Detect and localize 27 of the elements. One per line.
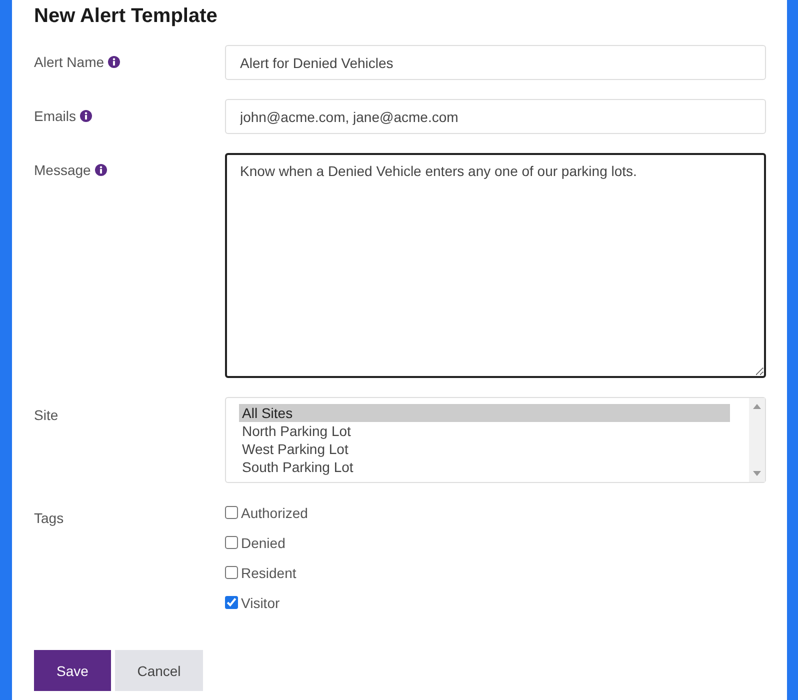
checkbox-label: Authorized: [241, 504, 308, 520]
field-label: Message: [34, 162, 91, 178]
field-label: Emails: [34, 108, 76, 124]
message-field[interactable]: Know when a Denied Vehicle enters any one of our parking lots.: [225, 153, 766, 378]
checkbox[interactable]: [225, 566, 238, 579]
scroll-down-icon[interactable]: [753, 471, 761, 476]
checkbox[interactable]: [225, 536, 238, 549]
save-button[interactable]: Save: [34, 650, 111, 691]
checkbox-label: Resident: [241, 564, 296, 580]
scroll-up-icon[interactable]: [753, 404, 761, 409]
site-option[interactable]: South Parking Lot: [239, 458, 730, 476]
site-option[interactable]: West Parking Lot: [239, 440, 730, 458]
field-label: Alert Name: [34, 54, 104, 70]
checkbox-label: Visitor: [241, 594, 280, 610]
site-option[interactable]: North Parking Lot: [239, 422, 730, 440]
checkbox[interactable]: [225, 506, 238, 519]
text-field[interactable]: john@acme.com, jane@acme.com: [225, 99, 766, 134]
site-option[interactable]: All Sites: [239, 404, 730, 422]
field-label: Site: [34, 407, 58, 423]
checkbox[interactable]: [225, 596, 238, 609]
form-title: New Alert Template: [34, 5, 218, 29]
site-list[interactable]: All Sites North Parking Lot West Parking Lot South Parking Lot: [225, 397, 766, 483]
text-field[interactable]: Alert for Denied Vehicles: [225, 45, 766, 80]
checkbox-label: Denied: [241, 534, 286, 550]
scrollbar[interactable]: [749, 398, 765, 482]
cancel-button[interactable]: Cancel: [115, 650, 203, 691]
field-label: Tags: [34, 510, 64, 526]
